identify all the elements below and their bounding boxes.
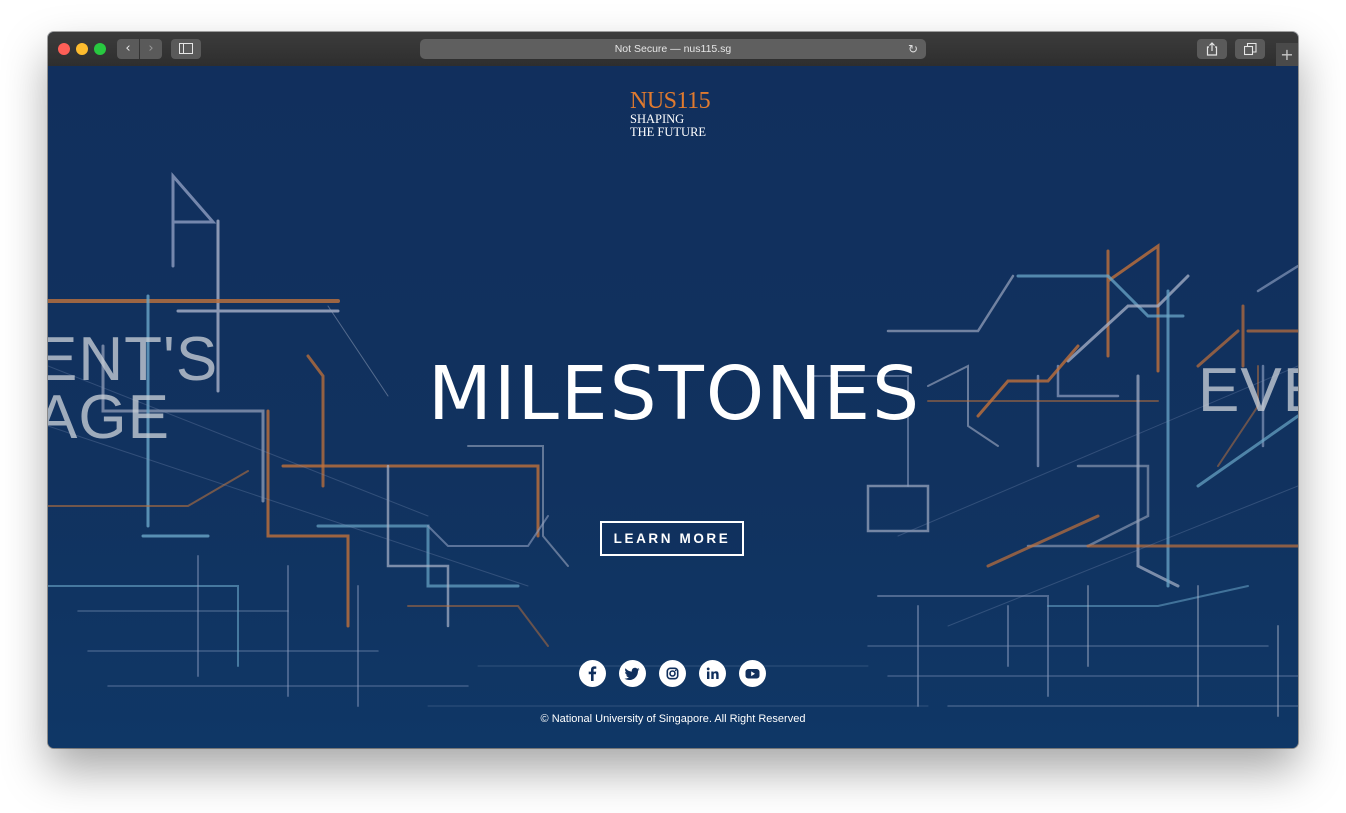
tabs-icon bbox=[1243, 42, 1257, 56]
browser-window: ‹ › Not Secure — nus115.sg ↻ + NUS115 SH… bbox=[48, 32, 1298, 748]
twitter-icon[interactable] bbox=[619, 660, 646, 687]
sidebar-icon bbox=[179, 43, 193, 54]
new-tab-button[interactable]: + bbox=[1276, 43, 1298, 66]
fullscreen-window-button[interactable] bbox=[94, 43, 106, 55]
address-text: Not Secure — nus115.sg bbox=[614, 43, 732, 55]
current-slide-title: MILESTONES bbox=[428, 351, 922, 437]
previous-slide-line2: AGE bbox=[48, 383, 170, 452]
linkedin-icon[interactable] bbox=[699, 660, 726, 687]
forward-button[interactable]: › bbox=[140, 39, 162, 59]
previous-slide-line1: ENT'S bbox=[48, 325, 219, 394]
reload-icon[interactable]: ↻ bbox=[908, 39, 918, 59]
sidebar-toggle-button[interactable] bbox=[171, 39, 201, 59]
copyright-text: © National University of Singapore. All … bbox=[540, 713, 806, 725]
learn-more-button[interactable]: LEARN MORE bbox=[600, 521, 744, 556]
share-button[interactable] bbox=[1197, 39, 1227, 59]
close-window-button[interactable] bbox=[58, 43, 70, 55]
share-icon bbox=[1206, 42, 1218, 56]
previous-slide-title[interactable]: ENT'S AGE bbox=[48, 325, 219, 452]
show-tabs-button[interactable] bbox=[1235, 39, 1265, 59]
nus115-logo[interactable]: NUS115 SHAPING THE FUTURE bbox=[630, 89, 750, 139]
page-content: NUS115 SHAPING THE FUTURE ENT'S AGE MILE… bbox=[48, 66, 1298, 748]
minimize-window-button[interactable] bbox=[76, 43, 88, 55]
youtube-icon[interactable] bbox=[739, 660, 766, 687]
address-bar[interactable]: Not Secure — nus115.sg ↻ bbox=[420, 39, 926, 59]
back-button[interactable]: ‹ bbox=[117, 39, 139, 59]
logo-subtitle-line2: THE FUTURE bbox=[630, 125, 707, 139]
instagram-icon[interactable] bbox=[659, 660, 686, 687]
next-slide-title[interactable]: EVE bbox=[1198, 360, 1298, 422]
logo-title: NUS115 bbox=[630, 88, 711, 114]
facebook-icon[interactable] bbox=[579, 660, 606, 687]
browser-toolbar: ‹ › Not Secure — nus115.sg ↻ + bbox=[48, 32, 1298, 67]
